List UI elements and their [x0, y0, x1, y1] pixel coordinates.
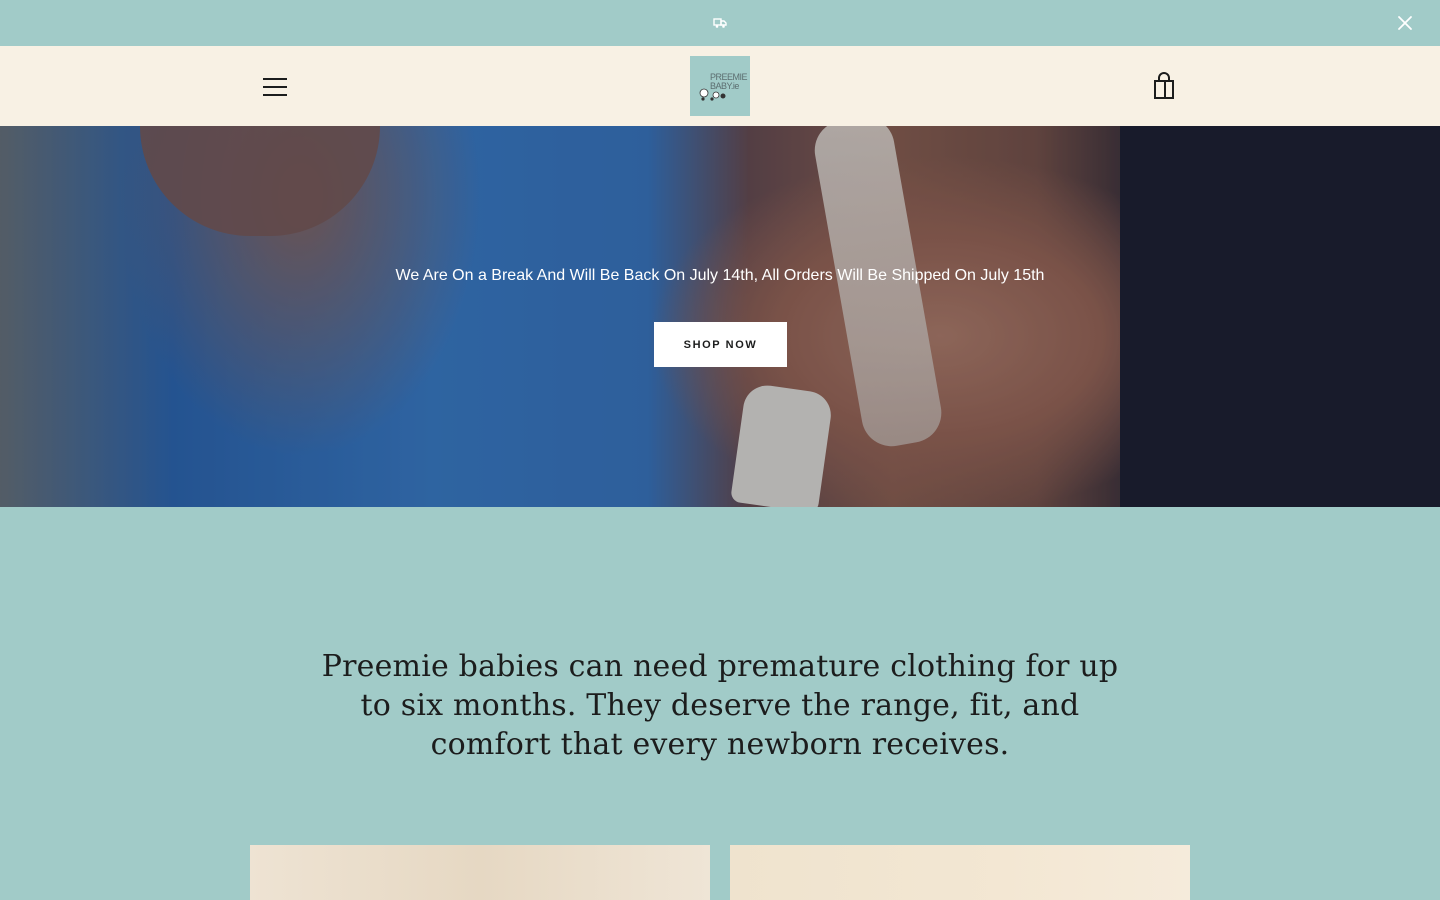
site-header: PREEMIE BABY.ie: [0, 46, 1440, 126]
announcement-bar: [0, 0, 1440, 46]
hero-message: We Are On a Break And Will Be Back On Ju…: [395, 267, 1045, 284]
site-logo[interactable]: PREEMIE BABY.ie: [690, 56, 750, 116]
hero-banner: We Are On a Break And Will Be Back On Ju…: [0, 126, 1440, 507]
collection-card[interactable]: [250, 845, 710, 900]
hamburger-icon[interactable]: [261, 76, 289, 98]
close-icon[interactable]: [1396, 14, 1414, 32]
hero-overlay: [0, 126, 1440, 507]
shop-now-button[interactable]: SHOP NOW: [654, 322, 787, 367]
truck-icon: [713, 18, 727, 28]
collection-card[interactable]: [730, 845, 1190, 900]
stroller-icon: [699, 88, 726, 101]
intro-text: Preemie babies can need premature clothi…: [321, 649, 1119, 762]
shopping-bag-icon[interactable]: [1151, 72, 1177, 100]
